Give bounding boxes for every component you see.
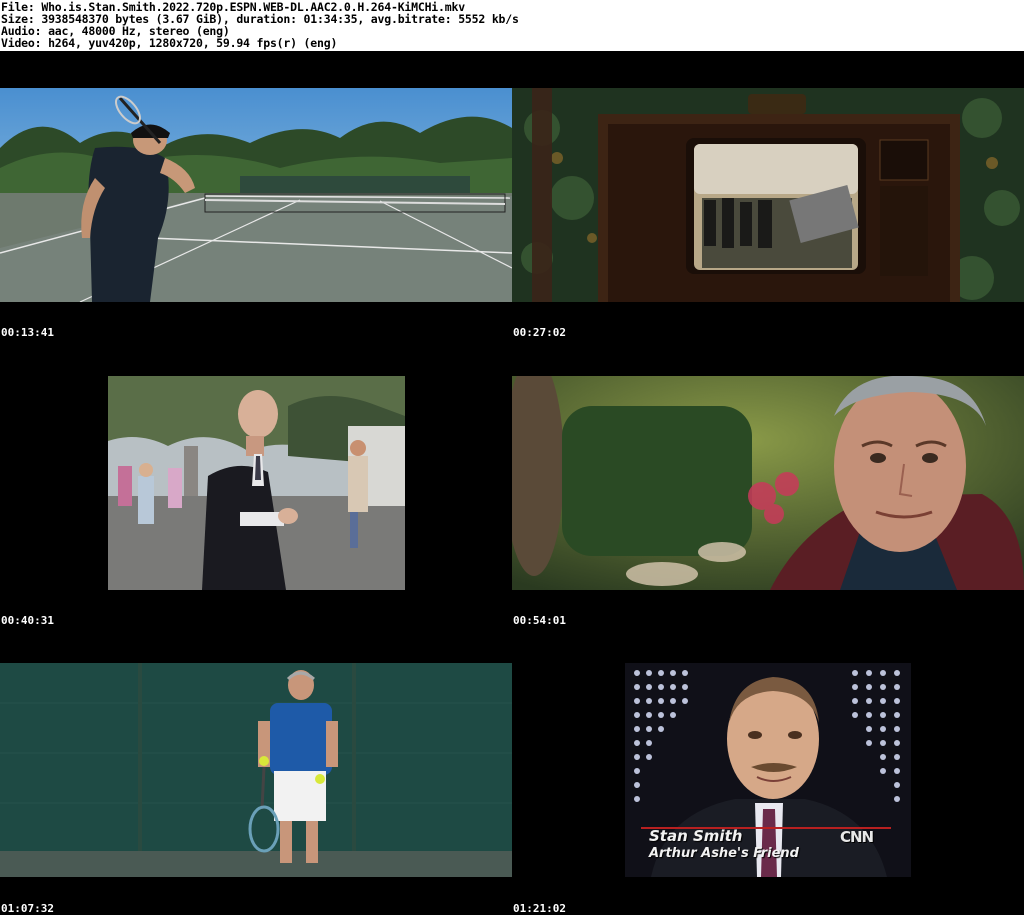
vintage-tv-scene (512, 88, 1024, 302)
video-info-line: Video: h264, yuv420p, 1280x720, 59.94 fp… (1, 36, 338, 50)
thumbnail-elderly-man (512, 376, 1024, 590)
caption-name: Stan Smith (649, 827, 743, 845)
timestamp-5: 01:07:32 (1, 902, 54, 915)
thumbnail-player-with-balls (0, 663, 512, 877)
man-in-suit-scene (108, 376, 405, 590)
cnn-logo: CNN (840, 828, 874, 846)
thumbnail-vintage-tv (512, 88, 1024, 302)
timestamp-1: 00:13:41 (1, 326, 54, 339)
elderly-man-scene (512, 376, 1024, 590)
caption-subtitle: Arthur Ashe's Friend (649, 846, 799, 861)
thumbnail-cnn-interview: Stan Smith Arthur Ashe's Friend CNN (625, 663, 911, 877)
timestamp-3: 00:40:31 (1, 614, 54, 627)
timestamp-4: 00:54:01 (513, 614, 566, 627)
thumbnail-man-in-suit (108, 376, 405, 590)
timestamp-6: 01:21:02 (513, 902, 566, 915)
file-info-header: File: Who.is.Stan.Smith.2022.720p.ESPN.W… (0, 0, 1024, 51)
player-with-balls-scene (0, 663, 512, 877)
timestamp-2: 00:27:02 (513, 326, 566, 339)
tennis-court-scene (0, 88, 512, 302)
thumbnail-tennis-court (0, 88, 512, 302)
